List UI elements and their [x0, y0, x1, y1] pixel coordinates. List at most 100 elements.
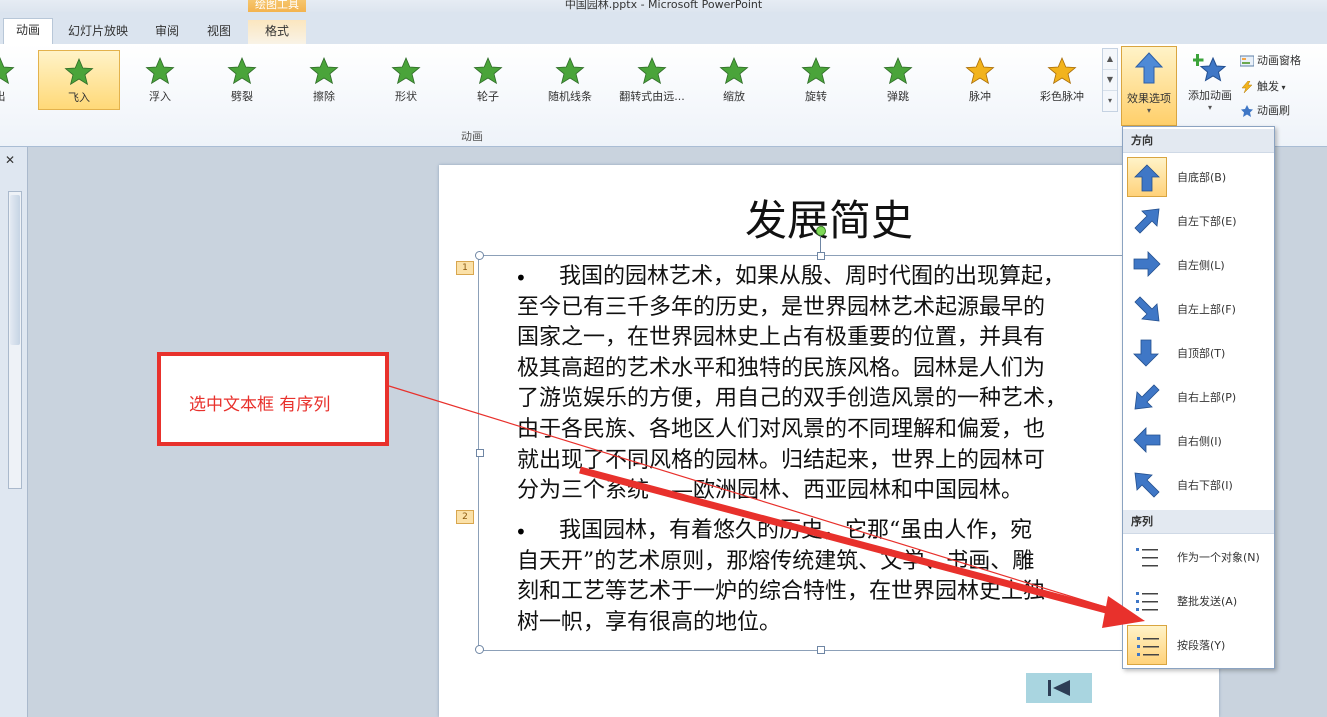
- tab-format[interactable]: 格式: [248, 20, 306, 44]
- paragraph-text[interactable]: 我国的园林艺术，如果从殷、周时代囿的出现算起， 至今已有三千多年的历史，是世界园…: [517, 262, 1157, 508]
- resize-handle[interactable]: [475, 251, 484, 260]
- resize-handle[interactable]: [475, 645, 484, 654]
- animation-gallery-item[interactable]: 随机线条: [530, 50, 610, 108]
- animation-painter-icon: [1240, 105, 1254, 117]
- star-effect-icon: [1047, 56, 1077, 85]
- animation-sequence-marker[interactable]: 1: [456, 261, 474, 275]
- animation-gallery-item-label: 轮子: [477, 90, 499, 103]
- animation-gallery-item-label: 形状: [395, 90, 417, 103]
- animation-gallery-item[interactable]: 浮入: [120, 50, 200, 108]
- arrow-right-icon: [1127, 245, 1167, 285]
- sequence-option[interactable]: 作为一个对象(N): [1125, 535, 1272, 579]
- direction-option[interactable]: 自左侧(L): [1125, 243, 1272, 287]
- trigger-label: 触发: [1257, 80, 1279, 93]
- animation-gallery-item-label: 擦除: [313, 90, 335, 103]
- all-at-once-icon: [1127, 581, 1167, 621]
- arrow-up-right-icon: [1127, 201, 1167, 241]
- slides-pane: ✕: [0, 147, 28, 717]
- direction-option[interactable]: 自左下部(E): [1125, 199, 1272, 243]
- direction-option[interactable]: 自右侧(I): [1125, 419, 1272, 463]
- resize-handle[interactable]: [817, 252, 825, 260]
- direction-option[interactable]: 自左上部(F): [1125, 287, 1272, 331]
- animation-gallery-item[interactable]: 出: [0, 50, 40, 108]
- direction-option-label: 自右侧(I): [1177, 435, 1222, 448]
- gallery-scroll-up-icon[interactable]: ▲: [1103, 49, 1117, 70]
- animation-gallery-item[interactable]: 缩放: [694, 50, 774, 108]
- chevron-down-icon: ▾: [1146, 106, 1151, 115]
- animation-gallery-item-label: 翻转式由远...: [619, 90, 685, 103]
- animation-pane-button[interactable]: 动画窗格: [1239, 52, 1301, 68]
- direction-option-label: 自左下部(E): [1177, 215, 1237, 228]
- slide-title[interactable]: 发展简史: [439, 187, 1219, 248]
- arrow-down-left-icon: [1127, 377, 1167, 417]
- sequence-option[interactable]: 整批发送(A): [1125, 579, 1272, 623]
- animation-gallery-item-label: 浮入: [149, 90, 171, 103]
- effect-options-button[interactable]: 效果选项 ▾: [1121, 46, 1177, 126]
- paragraph-text[interactable]: 我国园林，有着悠久的历史，它那“虽由人作，宛 自天开”的艺术原则，那熔传统建筑、…: [517, 516, 1157, 642]
- direction-option[interactable]: 自顶部(T): [1125, 331, 1272, 375]
- skip-back-icon: [1048, 680, 1070, 696]
- tab-review[interactable]: 审阅: [145, 20, 189, 44]
- animation-painter-label: 动画刷: [1257, 104, 1290, 117]
- scrollbar-thumb[interactable]: [10, 195, 20, 345]
- direction-option[interactable]: 自底部(B): [1125, 155, 1272, 199]
- direction-option-label: 自左侧(L): [1177, 259, 1225, 272]
- animation-gallery-item-label: 随机线条: [548, 90, 592, 103]
- animation-gallery-item[interactable]: 形状: [366, 50, 446, 108]
- direction-option[interactable]: 自右下部(I): [1125, 463, 1272, 507]
- sequence-option-label: 整批发送(A): [1177, 595, 1238, 608]
- previous-slide-button[interactable]: [1026, 673, 1092, 703]
- resize-handle[interactable]: [476, 449, 484, 457]
- animation-gallery-item[interactable]: 弹跳: [858, 50, 938, 108]
- star-effect-icon: [227, 56, 257, 85]
- animation-pane-label: 动画窗格: [1257, 54, 1301, 67]
- tab-animation[interactable]: 动画: [3, 18, 53, 45]
- animation-gallery-item[interactable]: 轮子: [448, 50, 528, 108]
- add-star-icon: [1191, 54, 1227, 82]
- by-paragraph-icon: [1127, 625, 1167, 665]
- gallery-scroll[interactable]: ▲ ▼ ▾: [1102, 48, 1118, 112]
- animation-gallery-item[interactable]: 脉冲: [940, 50, 1020, 108]
- animation-gallery-item[interactable]: 劈裂: [202, 50, 282, 108]
- window-title: 中国园林.pptx - Microsoft PowerPoint: [564, 0, 763, 11]
- direction-header: 方向: [1123, 129, 1274, 153]
- arrow-down-right-icon: [1127, 289, 1167, 329]
- resize-handle[interactable]: [817, 646, 825, 654]
- gallery-scroll-down-icon[interactable]: ▼: [1103, 70, 1117, 91]
- effect-options-label: 效果选项: [1127, 92, 1171, 105]
- sequence-option[interactable]: 按段落(Y): [1125, 623, 1272, 667]
- tab-view[interactable]: 视图: [198, 20, 240, 44]
- add-animation-button[interactable]: 添加动画 ▾: [1182, 48, 1238, 124]
- add-animation-label: 添加动画: [1188, 89, 1232, 102]
- animation-gallery: 出 飞入 浮入 劈裂 擦除 形状 轮子 随机线条 翻转式由远... 缩放 旋转 弹跳 脉冲 彩色脉冲: [0, 48, 1102, 112]
- animation-sequence-marker[interactable]: 2: [456, 510, 474, 524]
- animation-gallery-item-label: 旋转: [805, 90, 827, 103]
- gallery-more-icon[interactable]: ▾: [1103, 91, 1117, 111]
- star-effect-icon: [883, 56, 913, 85]
- close-icon[interactable]: ✕: [5, 153, 15, 167]
- slides-pane-scrollbar[interactable]: [8, 191, 22, 489]
- tab-slideshow[interactable]: 幻灯片放映: [62, 20, 134, 44]
- animation-gallery-item[interactable]: 翻转式由远...: [612, 50, 692, 108]
- rotate-handle[interactable]: [816, 226, 826, 236]
- star-effect-icon: [309, 56, 339, 85]
- animation-gallery-item[interactable]: 彩色脉冲: [1022, 50, 1102, 108]
- trigger-button[interactable]: 触发 ▾: [1240, 78, 1286, 94]
- lightning-icon: [1240, 80, 1254, 94]
- star-effect-icon: [145, 56, 175, 85]
- animation-painter-button[interactable]: 动画刷: [1240, 102, 1290, 118]
- animation-gallery-item[interactable]: 旋转: [776, 50, 856, 108]
- sequence-option-label: 按段落(Y): [1177, 639, 1226, 652]
- animation-gallery-item[interactable]: 擦除: [284, 50, 364, 108]
- ribbon-tabs: 动画 幻灯片放映 审阅 视图 格式: [0, 12, 1327, 45]
- star-effect-icon: [637, 56, 667, 85]
- star-effect-icon: [391, 56, 421, 85]
- direction-option[interactable]: 自右上部(P): [1125, 375, 1272, 419]
- sequence-option-label: 作为一个对象(N): [1177, 551, 1260, 564]
- animation-gallery-item[interactable]: 飞入: [38, 50, 120, 110]
- star-effect-icon: [719, 56, 749, 85]
- chevron-down-icon: ▾: [1279, 83, 1286, 92]
- chevron-down-icon: ▾: [1207, 103, 1212, 112]
- single-object-icon: [1127, 537, 1167, 577]
- direction-option-label: 自底部(B): [1177, 171, 1227, 184]
